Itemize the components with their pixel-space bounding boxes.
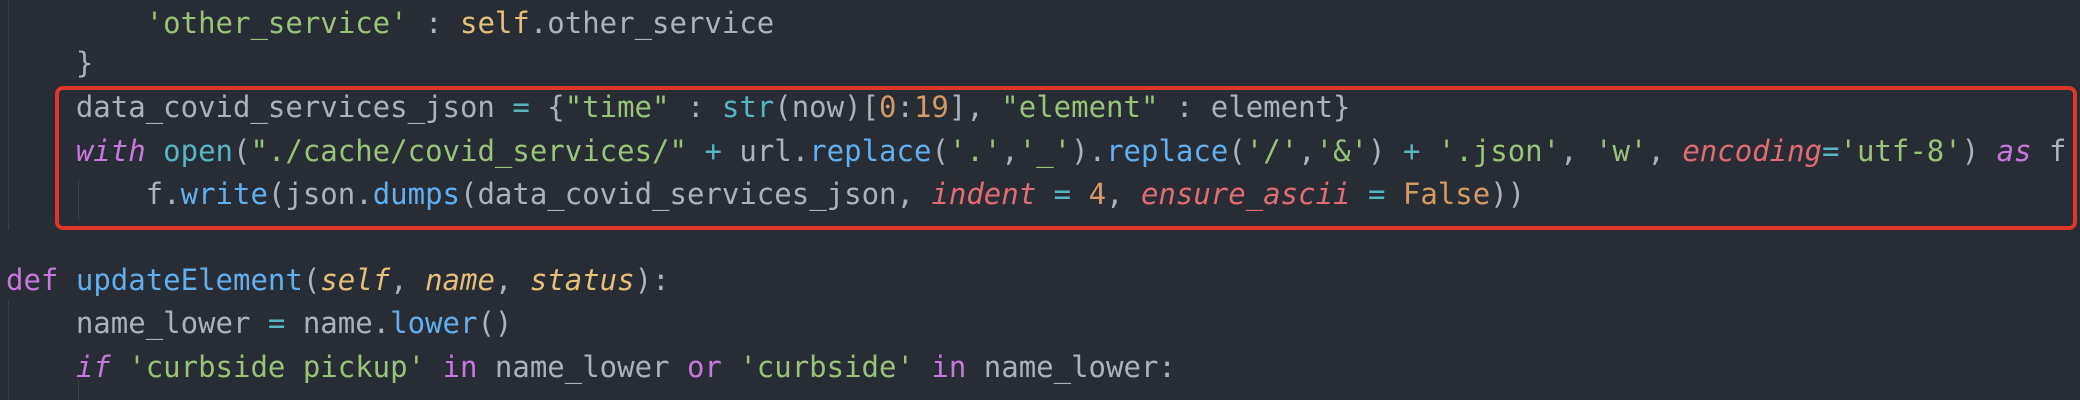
- code-line[interactable]: if 'curbside pickup' in name_lower or 'c…: [6, 346, 1176, 389]
- code-line[interactable]: 'other_service' : self.other_service: [6, 2, 775, 45]
- code-token: ,: [494, 263, 530, 297]
- code-token: self: [320, 263, 391, 297]
- code-token: name.: [285, 306, 391, 340]
- code-line[interactable]: def updateElement(self, name, status):: [6, 259, 670, 302]
- code-token: if: [75, 350, 111, 384]
- code-token: updateElement: [75, 263, 303, 297]
- code-token: 'curbside pickup': [128, 350, 426, 384]
- highlight-box: [55, 86, 2077, 230]
- code-token: ):: [634, 263, 670, 297]
- code-token: in: [931, 350, 967, 384]
- code-token: name_lower: [477, 350, 687, 384]
- code-token: 'other_service': [145, 6, 408, 40]
- code-token: }: [6, 46, 94, 80]
- code-token: def: [6, 263, 59, 297]
- code-line[interactable]: }: [6, 42, 93, 85]
- code-token: status: [529, 263, 635, 297]
- code-token: lower: [390, 306, 478, 340]
- code-token: .other_service: [529, 6, 775, 40]
- code-token: (: [302, 263, 321, 297]
- code-token: in: [442, 350, 478, 384]
- code-token: =: [267, 306, 286, 340]
- code-token: name_lower: [6, 306, 268, 340]
- code-token: ,: [390, 263, 426, 297]
- code-token: :: [407, 6, 460, 40]
- code-token: self: [459, 6, 530, 40]
- code-token: (): [477, 306, 513, 340]
- code-token: name_lower:: [966, 350, 1176, 384]
- code-editor[interactable]: 'other_service' : self.other_service } d…: [0, 0, 2080, 400]
- code-token: name: [425, 263, 495, 297]
- code-line[interactable]: name_lower = name.lower(): [6, 302, 513, 345]
- code-token: 'curbside': [739, 350, 914, 384]
- code-token: or: [686, 350, 722, 384]
